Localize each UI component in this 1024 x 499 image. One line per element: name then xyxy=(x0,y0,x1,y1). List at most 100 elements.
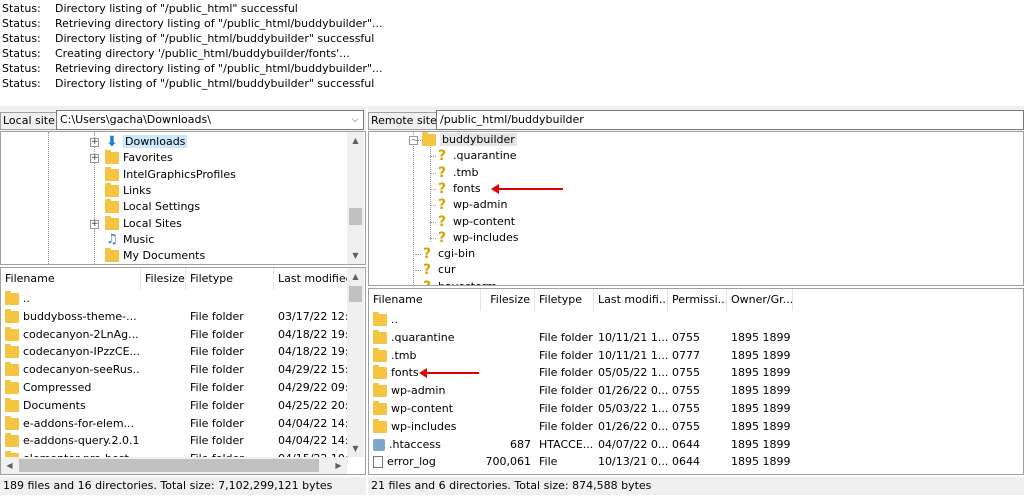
table-row[interactable]: Documents File folder 04/25/22 20:3: xyxy=(1,397,348,415)
remote-tree-item[interactable]: ? wp-content xyxy=(437,214,515,230)
table-row[interactable]: wp-includes File folder 01/26/22 0... 0755 1… xyxy=(369,418,1023,436)
local-tree-item[interactable]: IntelGraphicsProfiles xyxy=(105,166,236,183)
expand-toggle[interactable]: + xyxy=(90,154,99,164)
remote-tree-item[interactable]: ? fonts xyxy=(437,181,481,197)
local-tree-scrollbar[interactable]: ▲ ▼ xyxy=(347,132,364,264)
remote-tree-item-label: wp-content xyxy=(453,214,516,228)
local-directory-tree[interactable]: + ⬇ Downloads + Favorites IntelGraphicsProfil… xyxy=(0,131,366,265)
local-tree-item[interactable]: Local Settings xyxy=(105,199,200,215)
message-log[interactable]: Status: Directory listing of "/public_htm… xyxy=(0,0,1024,106)
local-file-list[interactable]: Filename Filesize Filetype Last modified ..… xyxy=(0,267,366,475)
table-row[interactable]: wp-admin File folder 01/26/22 0... 0755 1895… xyxy=(369,382,1023,400)
scroll-up-icon[interactable]: ▲ xyxy=(347,132,364,149)
expand-toggle[interactable]: + xyxy=(90,219,99,229)
filetype-cell: File folder xyxy=(190,434,244,448)
modified-cell: 10/13/21 0... xyxy=(598,455,668,469)
scroll-down-icon[interactable]: ▼ xyxy=(347,440,364,457)
table-row[interactable]: buddyboss-theme-... File folder 03/17/22 1… xyxy=(1,308,348,326)
table-row[interactable]: codecanyon-IPzzCE... File folder 04/18/22 … xyxy=(1,343,348,361)
local-tree-item-label: Local Settings xyxy=(123,200,201,214)
local-tree-item[interactable]: My Documents xyxy=(105,248,205,264)
column-header-filesize[interactable]: Filesize xyxy=(141,268,186,290)
folder-icon xyxy=(373,347,387,362)
local-tree-item-label: Local Sites xyxy=(123,216,182,230)
column-header-filetype[interactable]: Filetype xyxy=(186,268,274,290)
column-header-0[interactable]: Filename xyxy=(369,289,481,311)
question-mark-icon: ? xyxy=(437,180,447,197)
local-tree-item[interactable]: ⬇ Downloads xyxy=(105,134,188,150)
remote-tree-item[interactable]: ? bayestorm xyxy=(422,279,497,285)
remote-file-list[interactable]: Filename Filesize Filetype Last modifi... Pe… xyxy=(368,288,1024,475)
filename-text: buddyboss-theme-... xyxy=(23,309,137,323)
column-header-5[interactable]: Owner/Gr... xyxy=(727,289,793,311)
table-row[interactable]: codecanyon-seeRus... File folder 04/29/22 … xyxy=(1,361,348,379)
modified-cell: 05/05/22 1... xyxy=(598,366,668,380)
column-header-4[interactable]: Permissi... xyxy=(668,289,727,311)
filename-cell: .. xyxy=(373,311,481,329)
column-header-1[interactable]: Filesize xyxy=(481,289,535,311)
filetype-cell: File folder xyxy=(190,416,244,430)
remote-tree-item[interactable]: ? wp-admin xyxy=(437,197,507,213)
filetype-cell: File folder xyxy=(190,381,244,394)
scroll-up-icon[interactable]: ▲ xyxy=(347,268,364,285)
scroll-thumb[interactable] xyxy=(349,286,362,302)
local-tree-item[interactable]: Local Sites xyxy=(105,215,182,232)
table-row[interactable]: .quarantine File folder 10/11/21 1... 0755 1… xyxy=(369,329,1023,347)
table-row[interactable]: .. xyxy=(369,311,1023,329)
log-status-label: Status: xyxy=(2,62,41,75)
remote-tree-item-label: .quarantine xyxy=(453,149,517,163)
remote-directory-tree[interactable]: - buddybuilder? .quarantine? .tmb? fonts? wp-… xyxy=(368,131,1024,286)
remote-tree-item[interactable]: ? .quarantine xyxy=(437,148,517,164)
owner-group-cell xyxy=(731,311,801,329)
table-row[interactable]: codecanyon-2LnAg... File folder 04/18/22 1… xyxy=(1,326,348,344)
local-path-input[interactable]: C:\Users\gacha\Downloads\ ⌵ xyxy=(56,110,364,130)
column-header-2[interactable]: Filetype xyxy=(535,289,594,311)
filename-cell: error_log xyxy=(373,453,481,471)
column-header-last-modified[interactable]: Last modified xyxy=(274,268,354,290)
remote-tree-item[interactable]: ? .tmb xyxy=(437,165,479,181)
folder-icon xyxy=(373,383,387,398)
remote-status-text: 21 files and 6 directories. Total size: … xyxy=(368,477,1024,495)
table-row[interactable]: e-addons-for-elem... File folder 04/04/22 … xyxy=(1,415,348,433)
column-header-3[interactable]: Last modifi... xyxy=(594,289,668,311)
table-row[interactable]: error_log 700,061 File 10/13/21 0... 0644 189… xyxy=(369,453,1023,471)
scroll-thumb[interactable] xyxy=(349,208,362,225)
table-row[interactable]: .htaccess 687 HTACCE... 04/07/22 0... 0644 18… xyxy=(369,436,1023,454)
scroll-right-icon[interactable]: ▶ xyxy=(330,457,347,474)
local-tree-item[interactable]: ♫ Music xyxy=(105,232,154,248)
filetype-cell: File folder xyxy=(539,330,593,344)
local-tree-item[interactable]: Links xyxy=(105,182,151,199)
folder-icon xyxy=(105,166,119,181)
filename-cell: e-addons-query.2.0.1 xyxy=(5,432,139,450)
remote-tree-item[interactable]: ? cur xyxy=(422,262,456,278)
filetype-cell: File folder xyxy=(539,384,593,398)
expand-toggle[interactable]: + xyxy=(90,138,99,147)
filetype-cell xyxy=(539,311,594,329)
chevron-down-icon[interactable]: ⌵ xyxy=(347,111,363,129)
folder-icon xyxy=(5,326,19,341)
scroll-left-icon[interactable]: ◀ xyxy=(1,457,18,474)
remote-tree-item[interactable]: ? cgi-bin xyxy=(422,246,475,262)
table-row[interactable]: Compressed File folder 04/29/22 09:5( xyxy=(1,379,348,397)
remote-tree-item[interactable]: ? wp-includes xyxy=(437,230,519,246)
folder-icon xyxy=(5,291,19,305)
column-header-filename[interactable]: Filename xyxy=(1,268,141,290)
remote-path-input[interactable]: /public_html/buddybuilder xyxy=(436,110,1024,130)
remote-tree-item[interactable]: buddybuilder xyxy=(422,132,517,148)
owner-group-cell: 1895 1899 xyxy=(731,330,791,344)
filename-text: wp-admin xyxy=(391,384,446,398)
filename-cell: .htaccess xyxy=(373,436,481,454)
table-row[interactable]: wp-content File folder 05/03/22 1... 0755 18… xyxy=(369,400,1023,418)
table-row[interactable]: e-addons-query.2.0.1 File folder 04/04/22 … xyxy=(1,432,348,450)
table-row[interactable]: .. xyxy=(1,290,347,308)
local-tree-item[interactable]: Favorites xyxy=(105,150,173,166)
filename-cell: codecanyon-IPzzCE... xyxy=(5,343,139,361)
folder-icon xyxy=(373,329,387,344)
local-list-hscrollbar[interactable]: ◀ ▶ xyxy=(1,457,347,474)
table-row[interactable]: .tmb File folder 10/11/21 1... 0777 1895 189… xyxy=(369,347,1023,365)
local-list-vscrollbar[interactable]: ▲ ▼ xyxy=(347,268,364,457)
modified-cell: 04/25/22 20:3: xyxy=(278,398,348,412)
scroll-down-icon[interactable]: ▼ xyxy=(347,247,364,264)
scroll-thumb[interactable] xyxy=(19,459,319,472)
filename-text: .. xyxy=(391,313,398,326)
